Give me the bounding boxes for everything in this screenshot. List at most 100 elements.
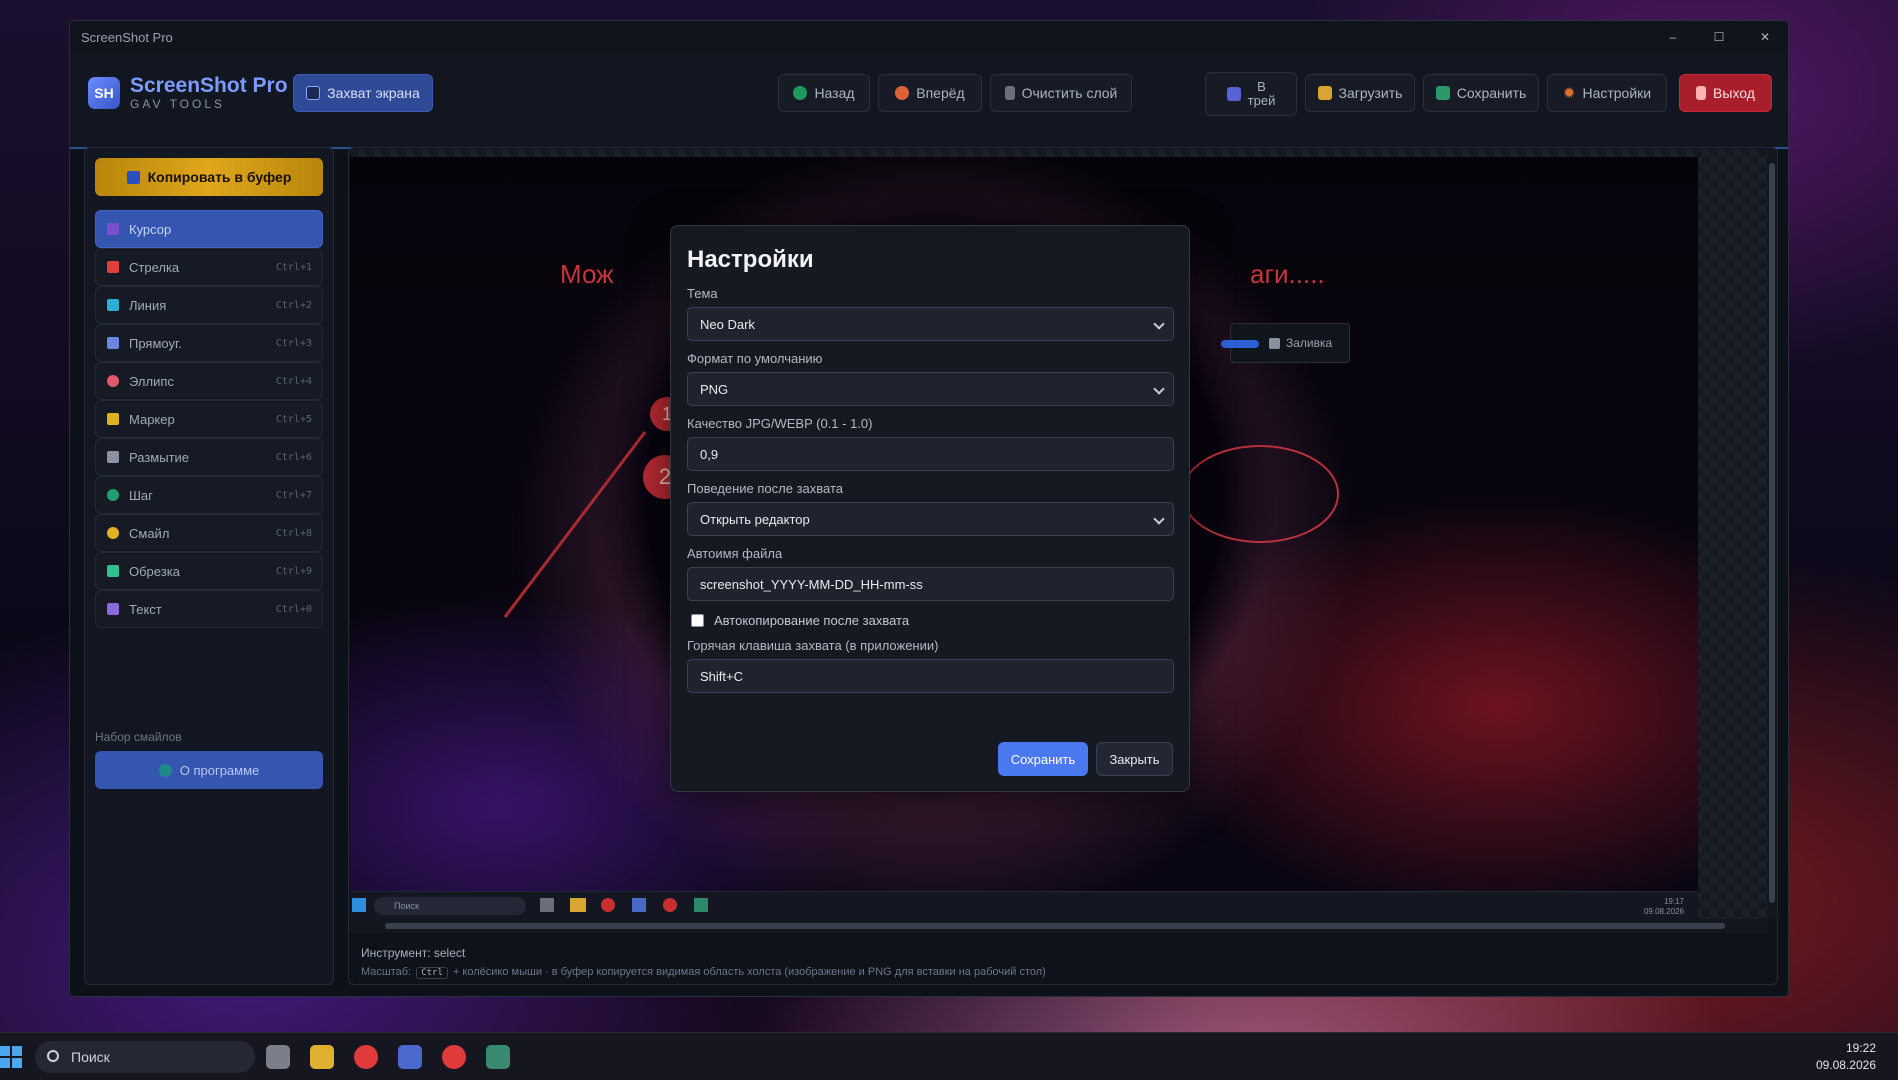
crop-icon xyxy=(106,564,120,578)
save-button[interactable]: Сохранить xyxy=(1423,74,1539,112)
logo-badge: SH xyxy=(88,76,120,109)
tool-crop[interactable]: Обрезка Ctrl+9 xyxy=(95,552,323,590)
behavior-label: Поведение после захвата xyxy=(687,481,844,496)
current-tool-status: Инструмент: select xyxy=(361,946,466,960)
tool-blur[interactable]: Размытие Ctrl+6 xyxy=(95,438,323,476)
inner-app2-icon xyxy=(632,898,646,912)
redo-icon xyxy=(895,86,910,100)
tool-marker[interactable]: Маркер Ctrl+5 xyxy=(95,400,323,438)
title-bar: ScreenShot Pro – ☐ ✕ xyxy=(70,21,1788,53)
format-select[interactable]: PNG xyxy=(687,372,1174,406)
autocopy-checkbox[interactable] xyxy=(691,614,704,627)
os-taskbar: Поиск 19:22 09.08.2026 xyxy=(0,1032,1898,1080)
inner-search: Поиск xyxy=(374,897,526,915)
window-controls: – ☐ ✕ xyxy=(1650,21,1788,53)
behavior-select[interactable]: Открыть редактор xyxy=(687,502,1174,536)
info-icon xyxy=(158,763,172,777)
settings-button[interactable]: ✹ Настройки xyxy=(1547,74,1667,112)
undo-icon xyxy=(793,86,808,100)
windows-start-icon[interactable] xyxy=(0,1046,22,1068)
search-icon xyxy=(47,1050,59,1062)
dialog-close-button[interactable]: Закрыть xyxy=(1096,742,1173,776)
quality-label: Качество JPG/WEBP (0.1 - 1.0) xyxy=(687,416,873,431)
inner-app-icon xyxy=(540,898,554,912)
dialog-title: Настройки xyxy=(687,246,814,273)
vertical-scrollbar[interactable] xyxy=(1767,149,1777,919)
copy-to-clipboard-button[interactable]: Копировать в буфер xyxy=(95,158,323,196)
tool-cursor[interactable]: Курсор xyxy=(95,210,323,248)
tool-text[interactable]: Текст Ctrl+0 xyxy=(95,590,323,628)
load-button[interactable]: Загрузить xyxy=(1305,74,1415,112)
tray-icon xyxy=(1226,87,1241,101)
settings-dialog: Настройки Тема Neo Dark Формат по умолча… xyxy=(670,225,1190,792)
capture-screen-button[interactable]: Захват экрана xyxy=(293,74,433,112)
yandex-browser2-icon[interactable] xyxy=(442,1045,466,1069)
format-label: Формат по умолчанию xyxy=(687,351,823,366)
clipboard-icon xyxy=(126,170,140,184)
tool-ellipse[interactable]: Эллипс Ctrl+4 xyxy=(95,362,323,400)
tool-arrow[interactable]: Стрелка Ctrl+1 xyxy=(95,248,323,286)
tool-rectangle[interactable]: Прямоуг. Ctrl+3 xyxy=(95,324,323,362)
logo-name: ScreenShot Pro xyxy=(130,74,288,97)
theme-select[interactable]: Neo Dark xyxy=(687,307,1174,341)
zoom-hint: Масштаб: Ctrl + колёсико мыши · в буфер … xyxy=(361,966,1046,979)
about-button[interactable]: О программе xyxy=(95,751,323,789)
logo-subtitle: GAV TOOLS xyxy=(130,97,226,111)
inner-folder-icon xyxy=(570,898,586,912)
arrow-icon xyxy=(106,260,120,274)
exit-button[interactable]: Выход xyxy=(1679,74,1772,112)
filename-input[interactable] xyxy=(687,567,1174,601)
app-logo: SH ScreenShot Pro GAV TOOLS xyxy=(88,75,288,110)
tray-button[interactable]: В трей xyxy=(1205,72,1297,116)
close-window-button[interactable]: ✕ xyxy=(1742,21,1788,53)
autocopy-label: Автокопирование после захвата xyxy=(714,613,910,628)
inner-app3-icon xyxy=(694,898,708,912)
inner-start-icon xyxy=(352,898,366,912)
hotkey-label: Горячая клавиша захвата (в приложении) xyxy=(687,638,939,653)
hotkey-input[interactable] xyxy=(687,659,1174,693)
screenshot-app-icon[interactable] xyxy=(486,1045,510,1069)
text-icon xyxy=(106,602,120,616)
floppy-icon xyxy=(1435,86,1450,100)
tools-sidebar: Копировать в буфер Курсор Стрелка Ctrl+1 Ли… xyxy=(84,147,334,985)
smiles-set-label: Набор смайлов xyxy=(95,730,182,744)
horizontal-scrollbar[interactable] xyxy=(350,919,1768,933)
rectangle-icon xyxy=(106,336,120,350)
smile-icon xyxy=(106,526,120,540)
back-button[interactable]: Назад xyxy=(778,74,870,112)
arrow-annotation xyxy=(503,431,647,618)
cursor-icon xyxy=(106,222,120,236)
app-icon[interactable] xyxy=(398,1045,422,1069)
yandex-browser-icon[interactable] xyxy=(354,1045,378,1069)
line-icon xyxy=(106,298,120,312)
ellipse-icon xyxy=(106,374,120,388)
inner-taskbar: Поиск 19:17 09.08.2026 xyxy=(350,891,1698,919)
exit-icon xyxy=(1696,86,1707,100)
quality-input[interactable] xyxy=(687,437,1174,471)
minimize-button[interactable]: – xyxy=(1650,21,1696,53)
task-view-icon[interactable] xyxy=(266,1045,290,1069)
autocopy-row: Автокопирование после захвата xyxy=(687,613,1173,628)
forward-button[interactable]: Вперёд xyxy=(878,74,982,112)
inner-browser-icon xyxy=(601,898,615,912)
marker-icon xyxy=(106,412,120,426)
inner-clock: 19:17 09.08.2026 xyxy=(1643,897,1684,916)
tool-step[interactable]: Шаг Ctrl+7 xyxy=(95,476,323,514)
maximize-button[interactable]: ☐ xyxy=(1696,21,1742,53)
clear-layer-button[interactable]: Очистить слой xyxy=(990,74,1132,112)
filename-label: Автоимя файла xyxy=(687,546,783,561)
theme-label: Тема xyxy=(687,286,718,301)
gear-icon: ✹ xyxy=(1562,85,1576,102)
dialog-save-button[interactable]: Сохранить xyxy=(998,742,1088,776)
os-clock[interactable]: 19:22 09.08.2026 xyxy=(1816,1040,1876,1074)
tool-line[interactable]: Линия Ctrl+2 xyxy=(95,286,323,324)
inner-browser2-icon xyxy=(663,898,677,912)
blur-icon xyxy=(106,450,120,464)
file-explorer-icon[interactable] xyxy=(310,1045,334,1069)
main-toolbar: SH ScreenShot Pro GAV TOOLS Захват экран… xyxy=(70,53,1788,149)
os-search[interactable]: Поиск xyxy=(35,1041,255,1073)
tool-smile[interactable]: Смайл Ctrl+8 xyxy=(95,514,323,552)
camera-icon xyxy=(306,86,321,100)
trash-icon xyxy=(1004,86,1015,100)
ellipse-annotation xyxy=(1181,445,1339,543)
